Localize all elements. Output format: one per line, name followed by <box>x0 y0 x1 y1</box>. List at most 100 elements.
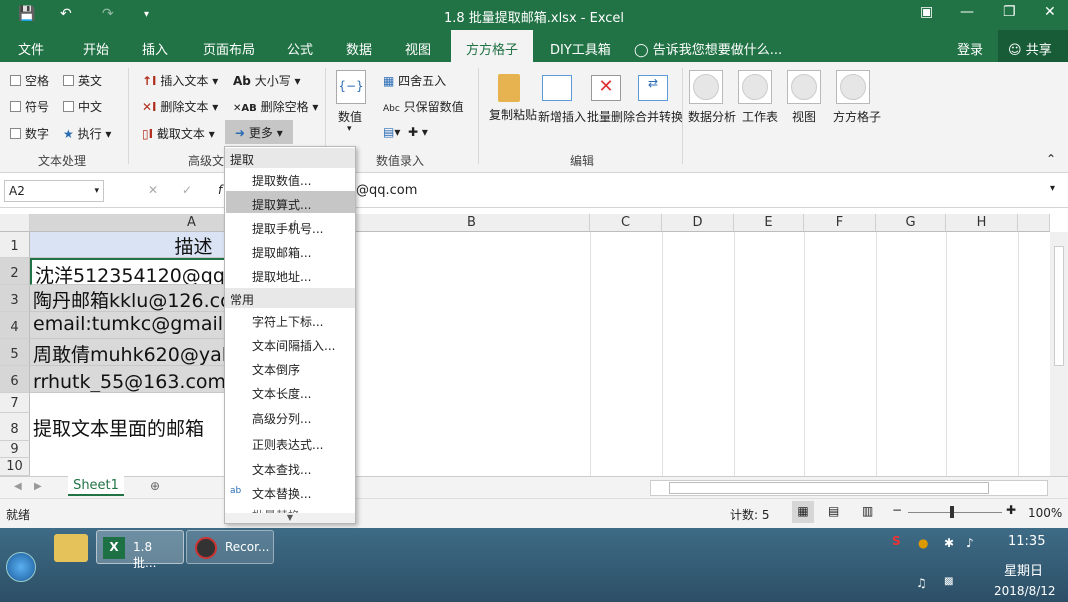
clock-date[interactable]: 2018/8/12 <box>994 584 1056 598</box>
row-header-4[interactable]: 4 <box>0 312 30 339</box>
tab-formulas[interactable]: 公式 <box>287 39 313 58</box>
fx-icon[interactable]: f <box>218 183 222 197</box>
vertical-scrollbar[interactable] <box>1050 232 1068 476</box>
network-icon[interactable]: ▩ <box>944 576 953 587</box>
menu-item-text-length[interactable]: 文本长度... <box>252 385 311 402</box>
zoom-in-icon[interactable]: ✚ <box>1006 503 1016 517</box>
more-button[interactable]: ➜ 更多 ▾ <box>225 120 293 144</box>
menu-item-extract-phone[interactable]: 提取手机号... <box>252 220 323 237</box>
tab-insert[interactable]: 插入 <box>142 39 168 58</box>
row-header-9[interactable]: 9 <box>0 441 30 458</box>
delete-space-button[interactable]: ✕AB 删除空格 ▾ <box>233 98 318 115</box>
sheet-tab-sheet1[interactable]: Sheet1 <box>68 476 124 496</box>
zoom-slider[interactable] <box>908 512 1002 513</box>
tab-home[interactable]: 开始 <box>83 39 109 58</box>
delete-text-button[interactable]: ✕I 删除文本 ▾ <box>142 98 218 115</box>
menu-item-text-find[interactable]: 文本查找... <box>252 461 311 478</box>
column-header-i[interactable] <box>1018 214 1050 232</box>
menu-item-regex[interactable]: 正则表达式... <box>252 436 323 453</box>
case-button[interactable]: Ab 大小写 ▾ <box>233 72 301 89</box>
symbol-checkbox[interactable]: 符号 <box>10 98 49 115</box>
merge-convert-button[interactable]: 合并转换 <box>635 108 683 125</box>
space-checkbox[interactable]: 空格 <box>10 72 49 89</box>
zoom-slider-thumb[interactable] <box>950 506 954 518</box>
cancel-icon[interactable]: ✕ <box>148 183 158 197</box>
minimize-icon[interactable]: — <box>960 4 974 20</box>
taskbar-recorder[interactable]: Recor... <box>186 530 274 564</box>
row-header-5[interactable]: 5 <box>0 339 30 366</box>
row-header-10[interactable]: 10 <box>0 458 30 476</box>
page-break-icon[interactable]: ▥ <box>862 504 873 518</box>
clock-weekday[interactable]: 星期日 <box>1004 560 1043 579</box>
tab-view[interactable]: 视图 <box>405 39 431 58</box>
menu-item-extract-number[interactable]: 提取数值... <box>252 172 311 189</box>
cut-text-button[interactable]: ▯I 截取文本 ▾ <box>142 125 215 142</box>
normal-view-icon[interactable]: ▦ <box>792 501 814 523</box>
column-header-d[interactable]: D <box>662 214 734 232</box>
formula-content[interactable]: @qq.com <box>356 183 417 198</box>
scroll-thumb[interactable] <box>1054 246 1064 366</box>
ribbon-display-icon[interactable]: ▣ <box>920 4 933 20</box>
insert-text-button[interactable]: ↑I 插入文本 ▾ <box>142 72 218 89</box>
menu-item-interval-insert[interactable]: 文本间隔插入... <box>252 337 335 354</box>
login-link[interactable]: 登录 <box>957 39 983 58</box>
taskbar-excel[interactable]: X 1.8 批... <box>96 530 184 570</box>
menu-item-advanced-split[interactable]: 高级分列... <box>252 410 311 427</box>
format-tools[interactable]: ▤▾ ✚ ▾ <box>383 125 428 139</box>
chevron-down-icon[interactable]: ▾ <box>347 124 352 134</box>
chinese-checkbox[interactable]: 中文 <box>63 98 102 115</box>
insert-new-button[interactable]: 新增插入 <box>538 108 586 125</box>
tray-tool-icon[interactable]: ✱ <box>944 536 954 550</box>
column-header-h[interactable]: H <box>946 214 1018 232</box>
zoom-level[interactable]: 100% <box>1028 506 1062 520</box>
copy-paste-button[interactable]: 复制粘贴 <box>489 108 537 123</box>
keep-value-button[interactable]: Abc 只保留数值 <box>383 98 464 115</box>
fangfanggezi-button[interactable]: 方方格子 <box>833 108 881 125</box>
next-sheet-icon[interactable]: ▶ <box>34 481 42 492</box>
sogou-ime-icon[interactable]: S <box>892 534 901 548</box>
column-header-b[interactable]: B <box>354 214 590 232</box>
start-button-icon[interactable] <box>6 552 36 582</box>
page-layout-icon[interactable]: ▤ <box>828 504 839 518</box>
column-header-e[interactable]: E <box>734 214 804 232</box>
batch-delete-button[interactable]: 批量删除 <box>587 108 635 125</box>
name-box[interactable]: A2 ▾ <box>4 180 104 202</box>
data-analysis-button[interactable]: 数据分析 <box>688 108 736 125</box>
add-sheet-icon[interactable]: ⊕ <box>150 479 160 493</box>
row-header-3[interactable]: 3 <box>0 285 30 312</box>
execute-button[interactable]: ★ 执行 ▾ <box>63 125 111 142</box>
menu-item-extract-address[interactable]: 提取地址... <box>252 268 311 285</box>
worksheet-button[interactable]: 工作表 <box>742 108 778 125</box>
share-button[interactable]: ☺ 共享 <box>998 30 1068 62</box>
prev-sheet-icon[interactable]: ◀ <box>14 481 22 492</box>
column-header-c[interactable]: C <box>590 214 662 232</box>
numeric-button[interactable]: 数值 <box>338 108 362 125</box>
menu-scroll-down-icon[interactable]: ▼ <box>225 513 355 523</box>
row-header-6[interactable]: 6 <box>0 366 30 393</box>
tell-me-box[interactable]: ◯ 告诉我您想要做什么... <box>634 39 782 58</box>
tab-page-layout[interactable]: 页面布局 <box>203 39 255 58</box>
row-header-8[interactable]: 8 <box>0 413 30 441</box>
view-button[interactable]: 视图 <box>792 108 816 125</box>
horizontal-scrollbar[interactable] <box>650 480 1048 496</box>
expand-formula-icon[interactable]: ▾ <box>1050 183 1055 194</box>
tab-diy-toolbox[interactable]: DIY工具箱 <box>550 39 611 58</box>
row-header-1[interactable]: 1 <box>0 232 30 258</box>
speaker-icon[interactable]: ♫ <box>916 576 927 590</box>
hscroll-thumb[interactable] <box>669 482 989 494</box>
clock-time[interactable]: 11:35 <box>1008 534 1045 549</box>
restore-icon[interactable]: ❐ <box>1003 4 1016 20</box>
number-checkbox[interactable]: 数字 <box>10 125 49 142</box>
menu-item-reverse-text[interactable]: 文本倒序 <box>252 361 300 378</box>
folder-icon[interactable] <box>54 534 88 562</box>
row-header-7[interactable]: 7 <box>0 393 30 413</box>
menu-item-superscript[interactable]: 字符上下标... <box>252 313 323 330</box>
volume-icon[interactable]: ♪ <box>966 536 974 550</box>
english-checkbox[interactable]: 英文 <box>63 72 102 89</box>
row-header-2[interactable]: 2 <box>0 258 30 285</box>
spreadsheet-grid[interactable]: A B C D E F G H 1 2 3 4 5 6 7 8 9 10 描述 … <box>0 214 1068 476</box>
tab-fangfanggezi[interactable]: 方方格子 <box>451 30 533 62</box>
tab-data[interactable]: 数据 <box>346 39 372 58</box>
menu-item-extract-email[interactable]: 提取邮箱... <box>252 244 311 261</box>
collapse-ribbon-icon[interactable]: ⌃ <box>1046 152 1056 166</box>
